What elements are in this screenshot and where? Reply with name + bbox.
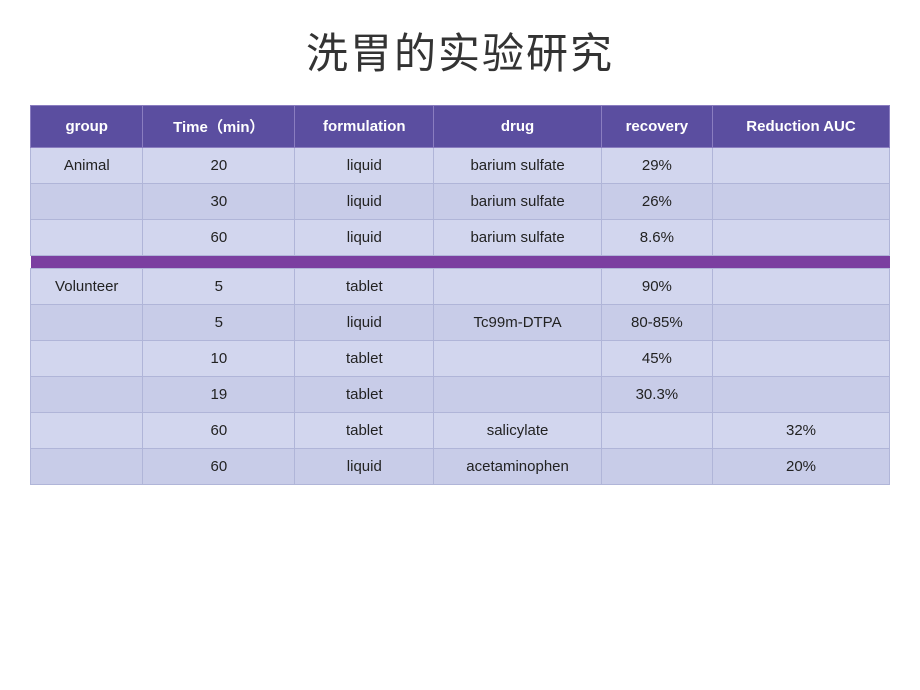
cell-reduction: 20% — [713, 449, 890, 485]
data-table-wrapper: group Time（min） formulation drug recover… — [30, 105, 890, 485]
cell-group — [31, 220, 143, 256]
cell-formulation: tablet — [295, 377, 434, 413]
col-header-drug: drug — [434, 106, 601, 148]
research-table: group Time（min） formulation drug recover… — [30, 105, 890, 485]
cell-drug — [434, 269, 601, 305]
cell-drug: salicylate — [434, 413, 601, 449]
cell-time: 10 — [143, 341, 295, 377]
cell-group — [31, 305, 143, 341]
cell-time: 60 — [143, 220, 295, 256]
cell-time: 5 — [143, 305, 295, 341]
cell-group — [31, 449, 143, 485]
table-row: Volunteer 5 tablet 90% — [31, 269, 890, 305]
divider-row — [31, 256, 890, 269]
cell-formulation: liquid — [295, 305, 434, 341]
cell-recovery: 80-85% — [601, 305, 712, 341]
cell-drug — [434, 341, 601, 377]
table-row: 30 liquid barium sulfate 26% — [31, 184, 890, 220]
cell-group: Animal — [31, 148, 143, 184]
cell-recovery — [601, 413, 712, 449]
cell-time: 60 — [143, 449, 295, 485]
cell-reduction — [713, 184, 890, 220]
cell-recovery: 8.6% — [601, 220, 712, 256]
cell-group — [31, 184, 143, 220]
cell-reduction — [713, 377, 890, 413]
cell-recovery — [601, 449, 712, 485]
cell-group — [31, 413, 143, 449]
cell-drug — [434, 377, 601, 413]
cell-formulation: tablet — [295, 341, 434, 377]
cell-reduction: 32% — [713, 413, 890, 449]
cell-group — [31, 341, 143, 377]
cell-formulation: liquid — [295, 148, 434, 184]
col-header-recovery: recovery — [601, 106, 712, 148]
cell-reduction — [713, 220, 890, 256]
cell-formulation: liquid — [295, 184, 434, 220]
cell-group: Volunteer — [31, 269, 143, 305]
cell-formulation: liquid — [295, 220, 434, 256]
col-header-group: group — [31, 106, 143, 148]
cell-time: 20 — [143, 148, 295, 184]
cell-formulation: liquid — [295, 449, 434, 485]
col-header-time: Time（min） — [143, 106, 295, 148]
table-row: 60 liquid acetaminophen 20% — [31, 449, 890, 485]
table-row: 10 tablet 45% — [31, 341, 890, 377]
divider-cell — [31, 256, 890, 269]
col-header-formulation: formulation — [295, 106, 434, 148]
cell-time: 5 — [143, 269, 295, 305]
table-body: Animal 20 liquid barium sulfate 29% 30 l… — [31, 148, 890, 485]
cell-drug: barium sulfate — [434, 148, 601, 184]
page-title: 洗胃的实验研究 — [306, 20, 614, 81]
cell-drug: barium sulfate — [434, 220, 601, 256]
cell-group — [31, 377, 143, 413]
cell-recovery: 90% — [601, 269, 712, 305]
table-row: 19 tablet 30.3% — [31, 377, 890, 413]
cell-formulation: tablet — [295, 269, 434, 305]
cell-recovery: 30.3% — [601, 377, 712, 413]
table-row: 60 liquid barium sulfate 8.6% — [31, 220, 890, 256]
cell-time: 30 — [143, 184, 295, 220]
cell-time: 60 — [143, 413, 295, 449]
cell-time: 19 — [143, 377, 295, 413]
table-row: Animal 20 liquid barium sulfate 29% — [31, 148, 890, 184]
cell-recovery: 29% — [601, 148, 712, 184]
cell-reduction — [713, 341, 890, 377]
cell-drug: acetaminophen — [434, 449, 601, 485]
table-row: 5 liquid Tc99m-DTPA 80-85% — [31, 305, 890, 341]
cell-drug: barium sulfate — [434, 184, 601, 220]
cell-recovery: 26% — [601, 184, 712, 220]
cell-recovery: 45% — [601, 341, 712, 377]
table-header-row: group Time（min） formulation drug recover… — [31, 106, 890, 148]
cell-drug: Tc99m-DTPA — [434, 305, 601, 341]
cell-reduction — [713, 148, 890, 184]
col-header-reduction: Reduction AUC — [713, 106, 890, 148]
cell-reduction — [713, 305, 890, 341]
cell-reduction — [713, 269, 890, 305]
cell-formulation: tablet — [295, 413, 434, 449]
table-row: 60 tablet salicylate 32% — [31, 413, 890, 449]
